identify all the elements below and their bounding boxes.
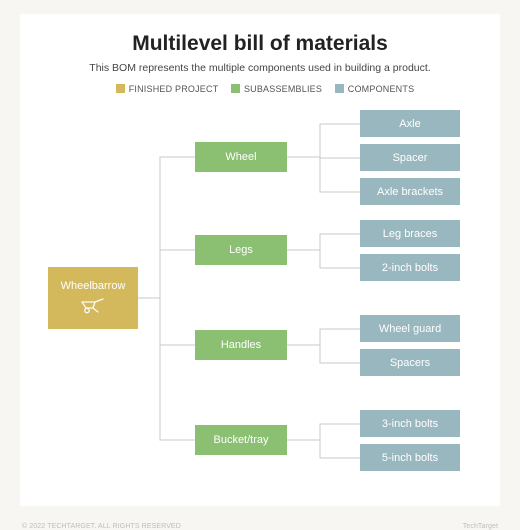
comp-node-3inch-bolts: 3-inch bolts: [360, 410, 460, 437]
sub-node-handles: Handles: [195, 330, 287, 360]
comp-node-spacer: Spacer: [360, 144, 460, 171]
legend-comp-label: COMPONENTS: [348, 84, 415, 94]
legend-finished-label: FINISHED PROJECT: [129, 84, 219, 94]
bom-diagram: Wheelbarrow Wheel Legs Handles Bucket/tr…: [20, 102, 500, 492]
page-subtitle: This BOM represents the multiple compone…: [20, 56, 500, 74]
page-title: Multilevel bill of materials: [20, 14, 500, 56]
sub-node-bucket: Bucket/tray: [195, 425, 287, 455]
comp-node-axle: Axle: [360, 110, 460, 137]
sub-label: Bucket/tray: [213, 434, 268, 446]
comp-node-axle-brackets: Axle brackets: [360, 178, 460, 205]
diagram-card: Multilevel bill of materials This BOM re…: [20, 14, 500, 506]
root-label: Wheelbarrow: [61, 280, 126, 292]
comp-node-2inch-bolts: 2-inch bolts: [360, 254, 460, 281]
comp-label: 3-inch bolts: [382, 418, 438, 430]
sub-label: Legs: [229, 244, 253, 256]
swatch-sub: [231, 84, 240, 93]
root-node: Wheelbarrow: [48, 267, 138, 329]
comp-label: Wheel guard: [379, 323, 441, 335]
sub-node-wheel: Wheel: [195, 142, 287, 172]
comp-label: Axle: [399, 118, 420, 130]
comp-label: Spacers: [390, 357, 430, 369]
comp-node-5inch-bolts: 5-inch bolts: [360, 444, 460, 471]
comp-node-spacers: Spacers: [360, 349, 460, 376]
comp-label: Leg braces: [383, 228, 437, 240]
comp-label: Spacer: [393, 152, 428, 164]
sub-label: Wheel: [225, 151, 256, 163]
swatch-comp: [335, 84, 344, 93]
sub-label: Handles: [221, 339, 261, 351]
sub-node-legs: Legs: [195, 235, 287, 265]
comp-node-wheel-guard: Wheel guard: [360, 315, 460, 342]
wheelbarrow-icon: [80, 296, 106, 317]
comp-label: 2-inch bolts: [382, 262, 438, 274]
legend-sub-label: SUBASSEMBLIES: [244, 84, 322, 94]
comp-node-leg-braces: Leg braces: [360, 220, 460, 247]
swatch-finished: [116, 84, 125, 93]
comp-label: Axle brackets: [377, 186, 443, 198]
comp-label: 5-inch bolts: [382, 452, 438, 464]
legend: FINISHED PROJECT SUBASSEMBLIES COMPONENT…: [20, 74, 500, 94]
